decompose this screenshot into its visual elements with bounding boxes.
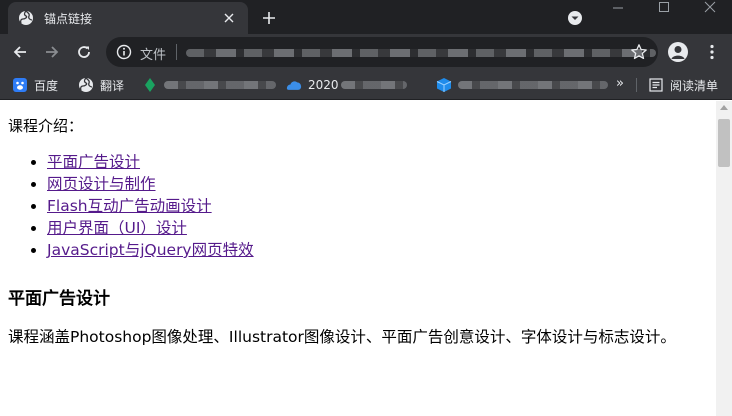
- minimize-icon: [613, 7, 623, 9]
- security-label: 文件: [140, 48, 167, 63]
- intro-text: 课程介绍：: [8, 117, 84, 135]
- arrow-right-icon: [46, 46, 59, 58]
- back-button[interactable]: [6, 38, 34, 66]
- bookmark-label: 百度: [34, 78, 59, 93]
- reading-list-button[interactable]: 阅读清单: [648, 76, 718, 94]
- scroll-up-arrow-icon[interactable]: [720, 105, 728, 110]
- reading-list-icon: [648, 77, 664, 93]
- course-link[interactable]: Flash互动广告动画设计: [47, 197, 212, 215]
- bookmark-label: 2020: [308, 78, 339, 92]
- bookmark-obscured[interactable]: [436, 76, 608, 94]
- chevron-down-icon: [568, 11, 582, 25]
- tab-strip: 锚点链接: [0, 0, 732, 34]
- reload-icon: [78, 46, 90, 58]
- list-item: 用户界面（UI）设计: [47, 217, 254, 239]
- browser-tab[interactable]: 锚点链接: [8, 2, 248, 34]
- more-vertical-icon: [710, 44, 714, 60]
- url-text-obscured[interactable]: [186, 49, 656, 57]
- baidu-icon: [12, 77, 28, 93]
- plus-icon: [263, 12, 275, 24]
- bookmark-label-obscured: [164, 81, 276, 89]
- new-tab-button[interactable]: [257, 6, 281, 30]
- divider: [176, 44, 177, 60]
- divider: [636, 78, 637, 92]
- maximize-icon: [659, 2, 669, 12]
- address-bar[interactable]: 文件: [106, 37, 658, 67]
- course-link[interactable]: JavaScript与jQuery网页特效: [47, 241, 254, 259]
- course-link[interactable]: 平面广告设计: [47, 153, 140, 171]
- menu-button[interactable]: [702, 42, 722, 62]
- cloud-icon: [286, 77, 302, 93]
- maximize-button[interactable]: [644, 0, 684, 14]
- course-list: 平面广告设计 网页设计与制作 Flash互动广告动画设计 用户界面（UI）设计 …: [47, 151, 254, 261]
- bookmark-label: 翻译: [100, 78, 125, 93]
- globe-icon: [18, 10, 34, 26]
- bookmark-translate[interactable]: 翻译: [78, 76, 124, 94]
- section-description: 课程涵盖Photoshop图像处理、Illustrator图像设计、平面广告创意…: [8, 328, 676, 346]
- leaf-icon: [142, 77, 158, 93]
- close-window-button[interactable]: [690, 0, 730, 14]
- bookmark-baidu[interactable]: 百度: [12, 76, 58, 94]
- course-link[interactable]: 用户界面（UI）设计: [47, 219, 187, 237]
- bookmark-obscured[interactable]: 2020: [286, 76, 407, 94]
- forward-button[interactable]: [38, 38, 66, 66]
- star-icon[interactable]: [630, 43, 648, 61]
- info-icon[interactable]: [116, 44, 132, 60]
- minimize-button[interactable]: [598, 0, 638, 14]
- chevron-double-right-icon[interactable]: »: [616, 76, 624, 91]
- arrow-left-icon: [13, 46, 26, 58]
- list-item: JavaScript与jQuery网页特效: [47, 239, 254, 261]
- page-viewport: 课程介绍： 平面广告设计 网页设计与制作 Flash互动广告动画设计 用户界面（…: [0, 101, 716, 416]
- section-heading: 平面广告设计: [8, 289, 110, 309]
- scrollbar-thumb[interactable]: [718, 119, 730, 167]
- list-item: 平面广告设计: [47, 151, 254, 173]
- close-icon[interactable]: [220, 9, 238, 27]
- bookmark-label-obscured: [458, 81, 608, 89]
- tab-search-button[interactable]: [565, 8, 585, 28]
- bookmarks-bar: 百度 翻译 2020 » 阅读清单: [0, 70, 732, 100]
- tab-title: 锚点链接: [44, 11, 93, 26]
- globe-icon: [78, 77, 94, 93]
- person-icon: [671, 46, 685, 59]
- profile-avatar[interactable]: [668, 42, 688, 62]
- scrollbar[interactable]: [716, 101, 732, 416]
- bookmark-obscured[interactable]: [142, 76, 276, 94]
- cube-icon: [436, 77, 452, 93]
- bookmark-label-obscured: [340, 81, 407, 89]
- reading-list-label: 阅读清单: [670, 78, 719, 93]
- course-link[interactable]: 网页设计与制作: [47, 175, 156, 193]
- close-icon: [704, 1, 716, 13]
- reload-button[interactable]: [70, 38, 98, 66]
- list-item: 网页设计与制作: [47, 173, 254, 195]
- list-item: Flash互动广告动画设计: [47, 195, 254, 217]
- browser-toolbar: 文件: [0, 34, 732, 70]
